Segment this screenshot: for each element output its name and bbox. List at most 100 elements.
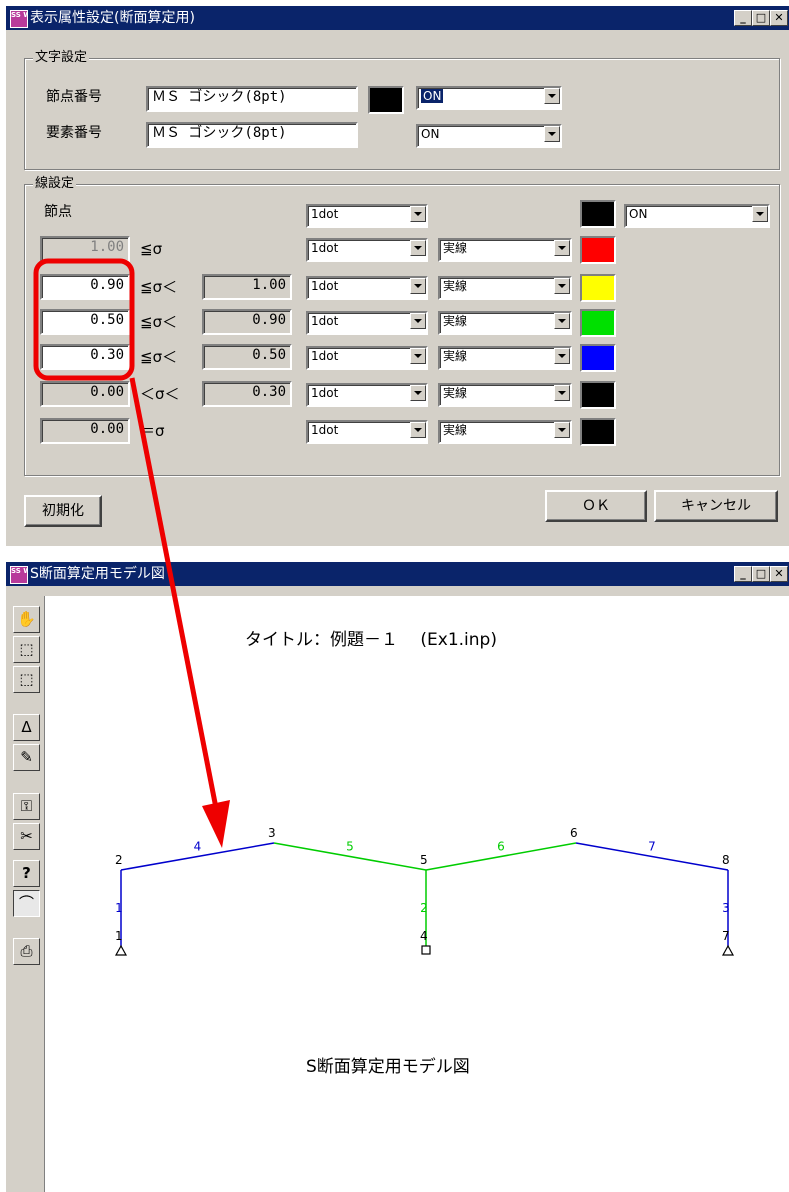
- node-number-state-select[interactable]: ON: [416, 86, 562, 110]
- range-row-1-style: 実線: [443, 241, 468, 255]
- range-row-2-dot: 1dot: [311, 279, 339, 293]
- zoom-in-icon[interactable]: ⬚: [13, 636, 40, 663]
- range-row-3-low[interactable]: 0.50: [40, 309, 130, 335]
- range-row-4-style: 実線: [443, 349, 468, 363]
- minimize-button[interactable]: _: [734, 566, 752, 582]
- key-icon[interactable]: ⚿: [13, 793, 40, 820]
- node-number-font-field[interactable]: ＭＳ ゴシック(8pt): [146, 86, 358, 112]
- range-row-6-dot: 1dot: [311, 423, 339, 437]
- range-row-2-style-select[interactable]: 実線: [438, 276, 572, 300]
- range-row-5-color-swatch[interactable]: [580, 381, 616, 409]
- dialog-title: 表示属性設定(断面算定用): [30, 10, 195, 26]
- range-row-6-op: ＝σ: [140, 422, 165, 440]
- model-caption: S断面算定用モデル図: [306, 1057, 470, 1077]
- triangle-icon[interactable]: Δ: [13, 714, 40, 741]
- model-title-bar[interactable]: SS Win S断面算定用モデル図 _ □ ✕: [6, 562, 789, 586]
- maximize-button[interactable]: □: [752, 10, 770, 26]
- range-row-2-op: ≦σ＜: [140, 278, 178, 296]
- range-row-1-dot: 1dot: [311, 241, 339, 255]
- chevron-down-icon[interactable]: [554, 313, 570, 329]
- chevron-down-icon[interactable]: [544, 88, 560, 104]
- scissors-icon[interactable]: ✂: [13, 823, 40, 850]
- close-button[interactable]: ✕: [770, 566, 788, 582]
- node-number-label: 節点番号: [46, 89, 102, 105]
- range-row-5-op: ＜σ＜: [140, 385, 180, 403]
- range-row-2-high: 1.00: [202, 274, 292, 300]
- range-row-4-dot: 1dot: [311, 349, 339, 363]
- element-number-label: 要素番号: [46, 125, 102, 141]
- close-button[interactable]: ✕: [770, 10, 788, 26]
- reset-button[interactable]: 初期化: [24, 495, 102, 527]
- range-row-2-style: 実線: [443, 279, 468, 293]
- range-row-3-dot: 1dot: [311, 314, 339, 328]
- element-number-font-field[interactable]: ＭＳ ゴシック(8pt): [146, 122, 358, 148]
- line-settings-label: 線設定: [33, 176, 77, 192]
- chevron-down-icon[interactable]: [554, 278, 570, 294]
- range-row-6-style: 実線: [443, 423, 468, 437]
- node-color-swatch[interactable]: [580, 200, 616, 228]
- range-row-5-style: 実線: [443, 386, 468, 400]
- chevron-down-icon[interactable]: [554, 385, 570, 401]
- range-row-3-color-swatch[interactable]: [580, 309, 616, 337]
- zoom-out-icon[interactable]: ⬚: [13, 666, 40, 693]
- range-row-5-dot-select[interactable]: 1dot: [306, 383, 428, 407]
- display-settings-dialog: SS Win 表示属性設定(断面算定用) _ □ ✕ 文字設定 節点番号 ＭＳ …: [6, 6, 789, 546]
- range-row-1-color-swatch[interactable]: [580, 236, 616, 264]
- range-row-4-dot-select[interactable]: 1dot: [306, 346, 428, 370]
- print-icon[interactable]: ⎙: [13, 938, 40, 965]
- minimize-button[interactable]: _: [734, 10, 752, 26]
- node-number-color-swatch[interactable]: [368, 86, 404, 114]
- range-row-2-color-swatch[interactable]: [580, 274, 616, 302]
- cancel-button[interactable]: キャンセル: [654, 490, 778, 522]
- range-row-1-low: 1.00: [40, 236, 130, 262]
- model-view-icon[interactable]: ⌒: [13, 890, 40, 917]
- node-state-value: ON: [629, 207, 648, 221]
- range-row-2-dot-select[interactable]: 1dot: [306, 276, 428, 300]
- node-dot-select[interactable]: 1dot: [306, 204, 428, 228]
- chevron-down-icon[interactable]: [544, 126, 560, 142]
- hand-icon[interactable]: ✋: [13, 606, 40, 633]
- range-row-6-color-swatch[interactable]: [580, 418, 616, 446]
- range-row-6-low: 0.00: [40, 418, 130, 444]
- maximize-button[interactable]: □: [752, 566, 770, 582]
- range-row-4-low[interactable]: 0.30: [40, 344, 130, 370]
- node-line-label: 節点: [44, 204, 72, 220]
- chevron-down-icon[interactable]: [554, 422, 570, 438]
- range-row-5-style-select[interactable]: 実線: [438, 383, 572, 407]
- range-row-3-high: 0.90: [202, 309, 292, 335]
- model-canvas[interactable]: [44, 596, 789, 1192]
- node-number-state-value: ON: [421, 89, 444, 103]
- dialog-title-bar[interactable]: SS Win 表示属性設定(断面算定用) _ □ ✕: [6, 6, 789, 30]
- model-heading: タイトル：例題－１ (Ex1.inp): [245, 630, 497, 650]
- range-row-2-low[interactable]: 0.90: [40, 274, 130, 300]
- font-settings-group: 文字設定: [24, 50, 780, 170]
- help-cursor-icon[interactable]: ?: [13, 860, 40, 887]
- chevron-down-icon[interactable]: [410, 313, 426, 329]
- range-row-6-dot-select[interactable]: 1dot: [306, 420, 428, 444]
- range-row-4-style-select[interactable]: 実線: [438, 346, 572, 370]
- chevron-down-icon[interactable]: [752, 206, 768, 222]
- range-row-3-op: ≦σ＜: [140, 313, 178, 331]
- range-row-3-dot-select[interactable]: 1dot: [306, 311, 428, 335]
- ok-button[interactable]: ＯＫ: [545, 490, 647, 522]
- chevron-down-icon[interactable]: [410, 422, 426, 438]
- edit-book-icon[interactable]: ✎: [13, 744, 40, 771]
- chevron-down-icon[interactable]: [554, 348, 570, 364]
- chevron-down-icon[interactable]: [554, 240, 570, 256]
- range-row-5-high: 0.30: [202, 381, 292, 407]
- element-number-state-select[interactable]: ON: [416, 124, 562, 148]
- node-state-select[interactable]: ON: [624, 204, 770, 228]
- range-row-4-color-swatch[interactable]: [580, 344, 616, 372]
- chevron-down-icon[interactable]: [410, 206, 426, 222]
- range-row-1-dot-select[interactable]: 1dot: [306, 238, 428, 262]
- range-row-5-dot: 1dot: [311, 386, 339, 400]
- chevron-down-icon[interactable]: [410, 240, 426, 256]
- range-row-5-low: 0.00: [40, 381, 130, 407]
- chevron-down-icon[interactable]: [410, 385, 426, 401]
- chevron-down-icon[interactable]: [410, 278, 426, 294]
- range-row-6-style-select[interactable]: 実線: [438, 420, 572, 444]
- range-row-1-style-select[interactable]: 実線: [438, 238, 572, 262]
- app-icon: SS Win: [10, 566, 28, 584]
- chevron-down-icon[interactable]: [410, 348, 426, 364]
- range-row-3-style-select[interactable]: 実線: [438, 311, 572, 335]
